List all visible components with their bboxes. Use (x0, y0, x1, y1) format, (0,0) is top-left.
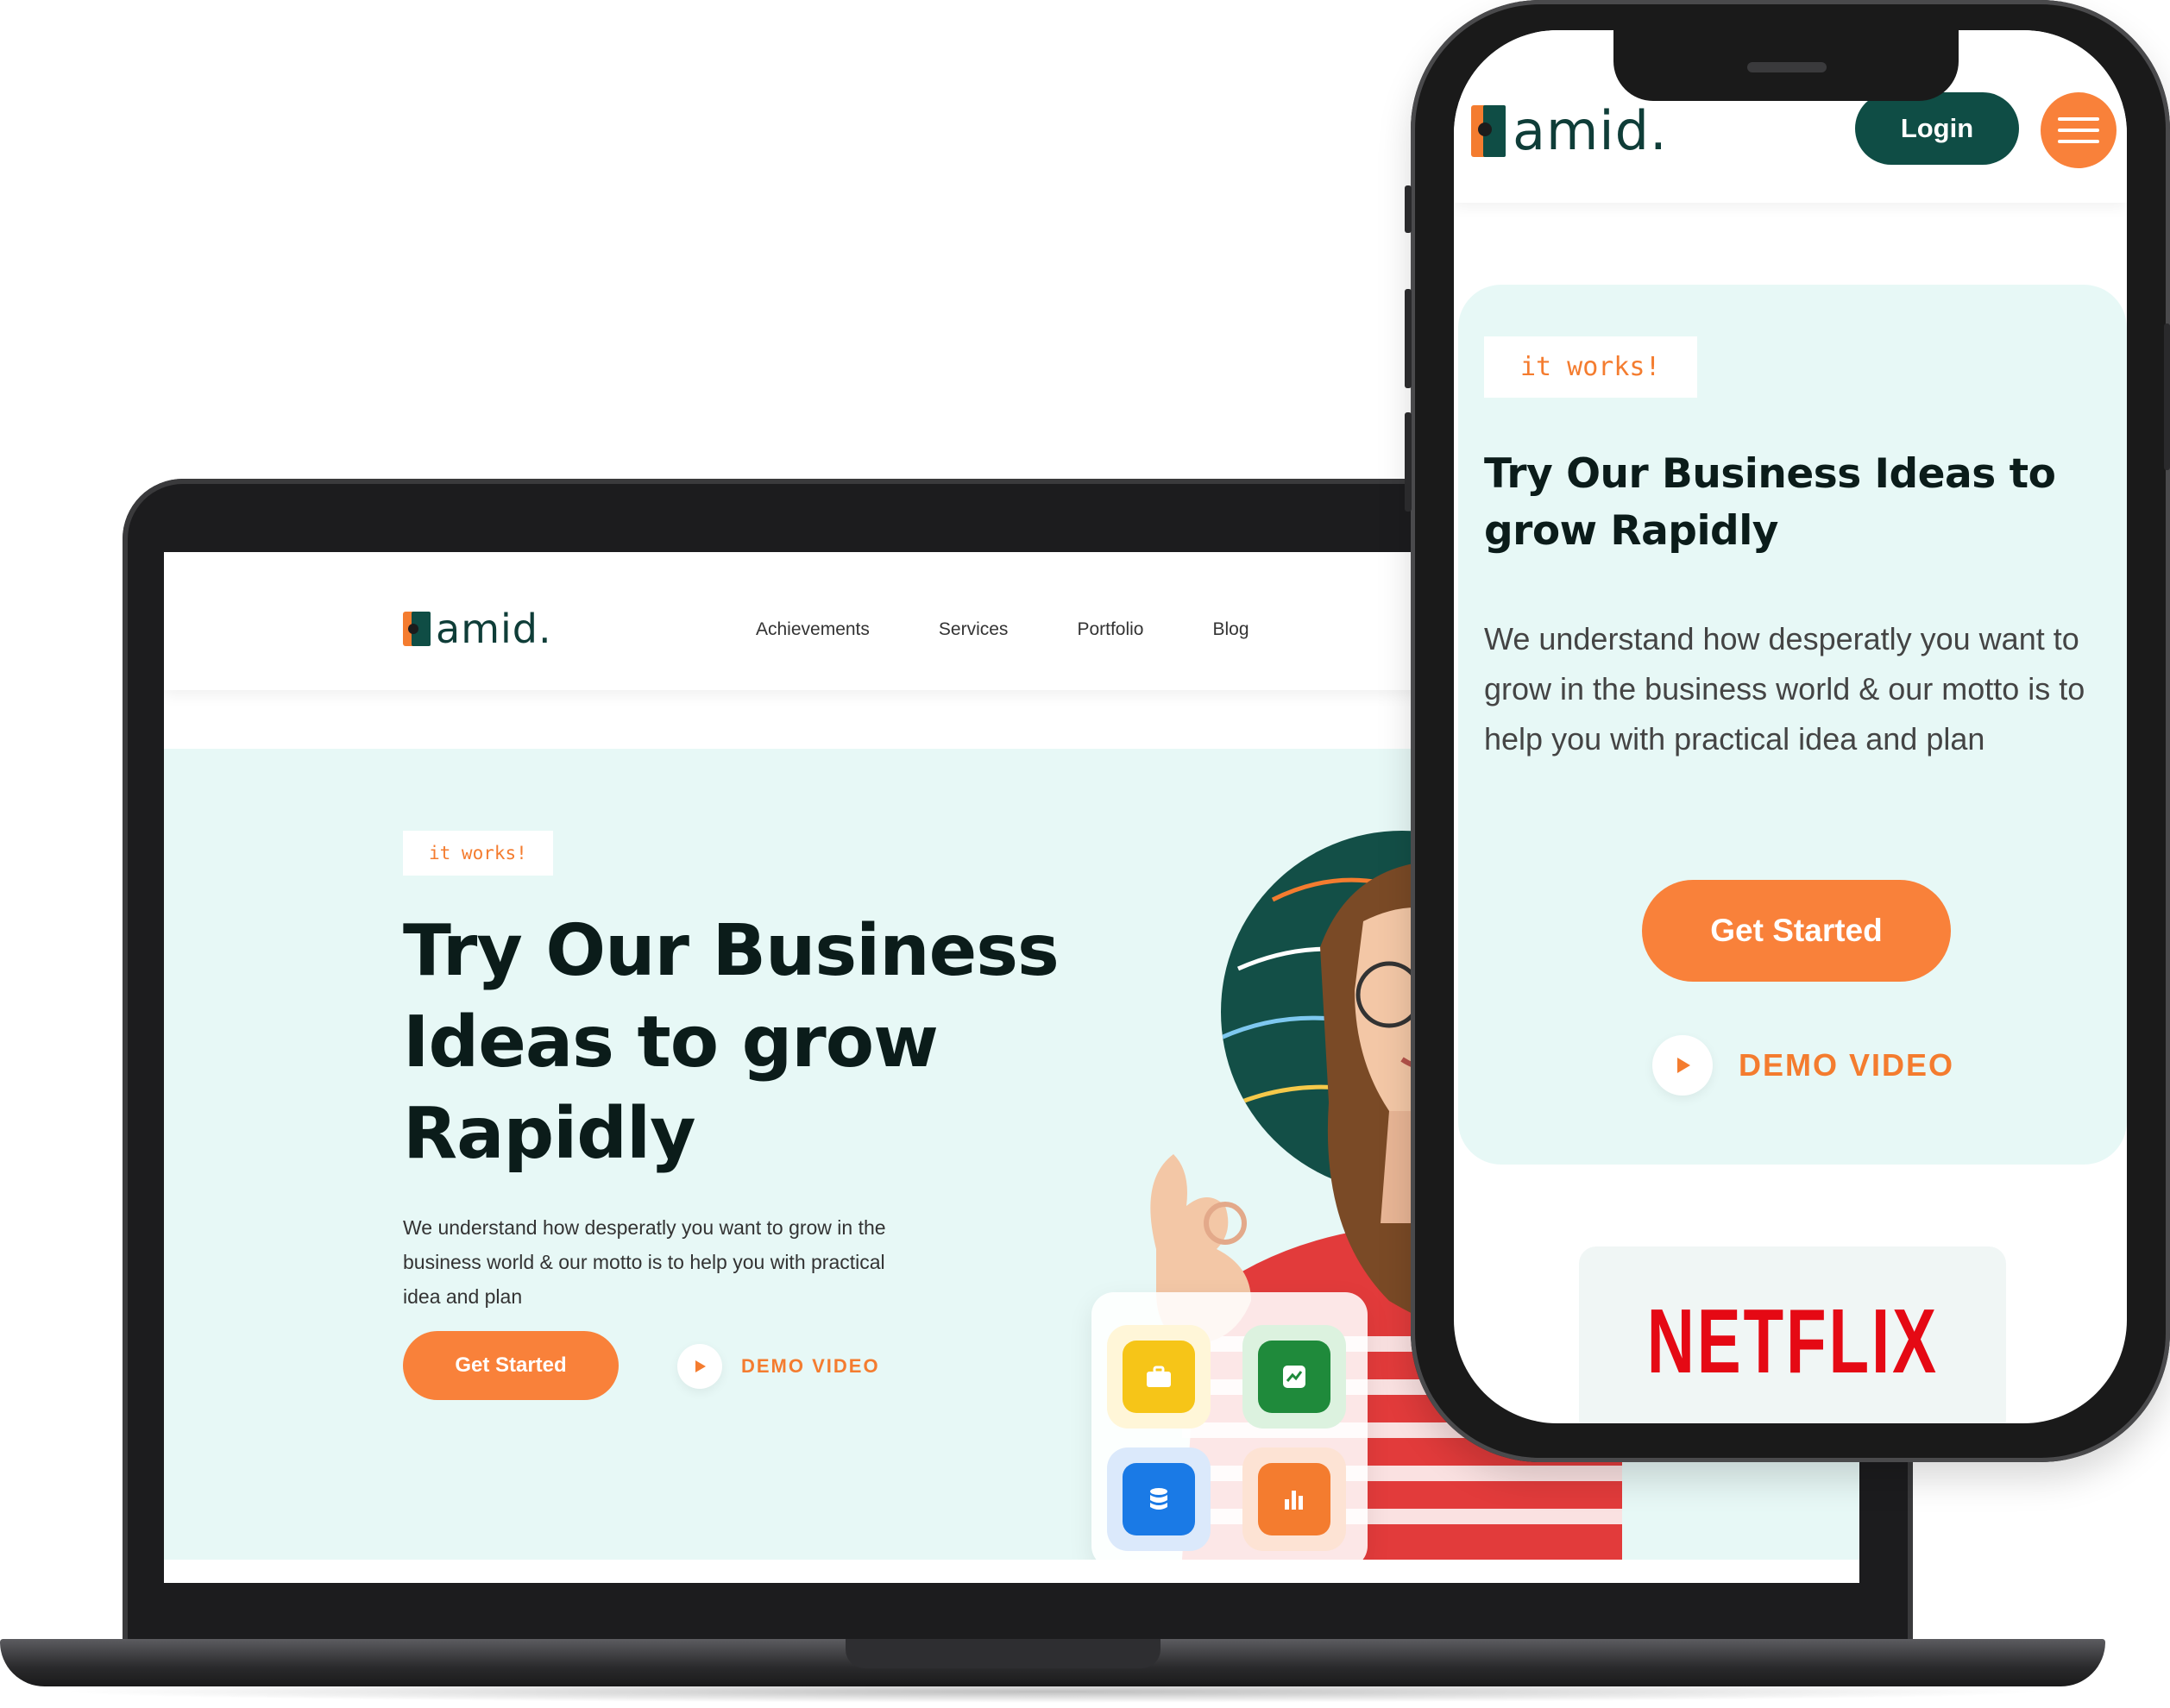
demo-video-label: DEMO VIDEO (741, 1355, 880, 1377)
feature-icons-panel (1091, 1292, 1368, 1560)
phone-volume-up-button (1405, 289, 1412, 388)
logo-text: amid. (436, 606, 552, 652)
laptop-shadow (52, 1680, 2054, 1703)
logo-text: amid. (1513, 99, 1668, 162)
hero-title: Try Our Business Ideas to grow Rapidly (403, 910, 1060, 1175)
mobile-demo-video-label: DEMO VIDEO (1739, 1047, 1955, 1083)
mobile-demo-video-link[interactable]: DEMO VIDEO (1652, 1035, 1954, 1096)
play-icon (677, 1344, 722, 1389)
logo-mark-icon (403, 612, 431, 646)
partner-logo-card: NETFLIX (1579, 1246, 2006, 1423)
get-started-button[interactable]: Get Started (403, 1331, 619, 1400)
mobile-hero-section: it works! Try Our Business Ideas to grow… (1458, 285, 2127, 1165)
mobile-get-started-button[interactable]: Get Started (1642, 880, 1951, 982)
logo-mark-icon (1471, 104, 1506, 157)
phone-volume-down-button (1405, 412, 1412, 512)
nav-item-achievements[interactable]: Achievements (756, 619, 870, 640)
netflix-logo: NETFLIX (1646, 1290, 1939, 1392)
briefcase-icon[interactable] (1123, 1341, 1195, 1413)
phone-screen: amid. Login it works! Try Our Business I… (1454, 30, 2127, 1423)
demo-video-link[interactable]: DEMO VIDEO (677, 1344, 880, 1389)
nav-item-portfolio[interactable]: Portfolio (1077, 619, 1143, 640)
phone-speaker (1747, 62, 1827, 72)
mobile-site-logo[interactable]: amid. (1471, 99, 1668, 162)
database-icon[interactable] (1123, 1463, 1195, 1535)
mobile-hero-badge: it works! (1484, 336, 1697, 398)
hero-description: We understand how desperatly you want to… (403, 1216, 886, 1308)
hamburger-menu-icon[interactable] (2041, 92, 2117, 168)
site-logo[interactable]: amid. (403, 606, 552, 652)
nav-item-blog[interactable]: Blog (1212, 619, 1249, 640)
hero-badge: it works! (403, 831, 553, 876)
login-button[interactable]: Login (1855, 92, 2019, 165)
mobile-hero-description: We understand how desperatly you want to… (1484, 621, 2085, 757)
bar-chart-icon[interactable] (1258, 1463, 1330, 1535)
mobile-hero-title: Try Our Business Ideas to grow Rapidly (1484, 450, 2056, 555)
chart-line-icon[interactable] (1258, 1341, 1330, 1413)
phone-side-button (1405, 185, 1412, 233)
laptop-hinge-notch (846, 1639, 1160, 1668)
nav-item-services[interactable]: Services (939, 619, 1009, 640)
phone-power-button (2164, 323, 2170, 470)
main-nav: Achievements Services Portfolio Blog (756, 619, 1249, 640)
play-icon (1652, 1035, 1713, 1096)
